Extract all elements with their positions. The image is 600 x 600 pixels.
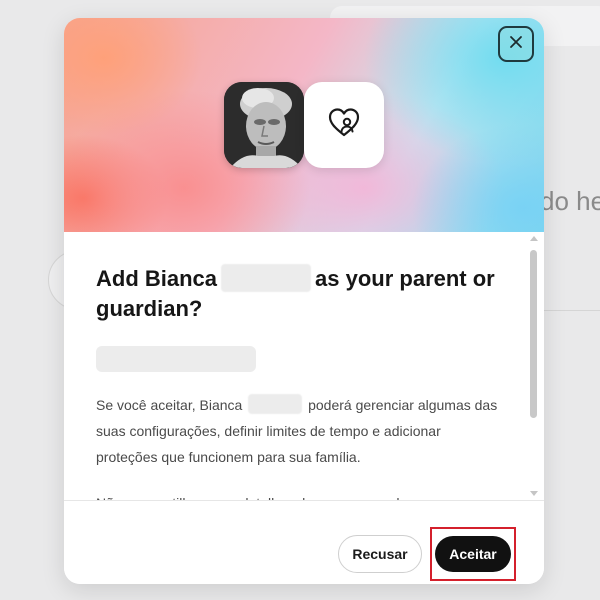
requester-avatar	[224, 82, 304, 168]
dialog-hero	[64, 18, 544, 232]
close-icon	[509, 35, 523, 54]
accept-button[interactable]: Aceitar	[435, 536, 511, 572]
dialog-title: Add Bianca as your parent or guardian?	[96, 264, 496, 324]
redacted-name	[221, 264, 312, 292]
description-part-1: Se você aceitar, Bianca	[96, 397, 243, 413]
redacted-subtitle	[96, 346, 256, 372]
scroll-thumb[interactable]	[530, 250, 537, 418]
guardian-icon-tile	[304, 82, 384, 168]
parent-guardian-dialog: Add Bianca as your parent or guardian? Se…	[64, 18, 544, 584]
scroll-down-icon[interactable]	[530, 491, 538, 496]
content-scrollbar[interactable]	[528, 232, 540, 500]
background-divider	[540, 310, 600, 311]
dialog-content[interactable]: Add Bianca as your parent or guardian? Se…	[64, 232, 544, 500]
dialog-description: Se você aceitar, Bianca poderá gerenciar…	[96, 392, 506, 470]
decline-button[interactable]: Recusar	[338, 535, 422, 573]
title-part-1: Add Bianca	[96, 266, 218, 291]
dialog-footer: Recusar Aceitar	[64, 500, 544, 584]
redacted-name	[248, 394, 303, 414]
background-partial-text: do he	[540, 186, 600, 216]
heart-person-icon	[327, 106, 361, 145]
scroll-up-icon[interactable]	[530, 236, 538, 241]
close-button[interactable]	[498, 26, 534, 62]
dialog-privacy-note: Não compartilharemos detalhes das conver…	[96, 490, 506, 500]
